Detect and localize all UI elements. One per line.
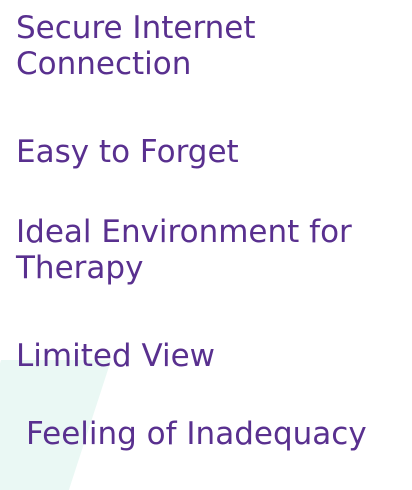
list-item-easy-to-forget: Easy to Forget <box>16 134 239 170</box>
list-item-secure-internet-connection: Secure Internet Connection <box>16 10 256 82</box>
list-item-ideal-environment-for-therapy: Ideal Environment for Therapy <box>16 214 352 286</box>
list-item-limited-view: Limited View <box>16 338 216 374</box>
list-item-feeling-of-inadequacy: Feeling of Inadequacy <box>26 416 367 452</box>
